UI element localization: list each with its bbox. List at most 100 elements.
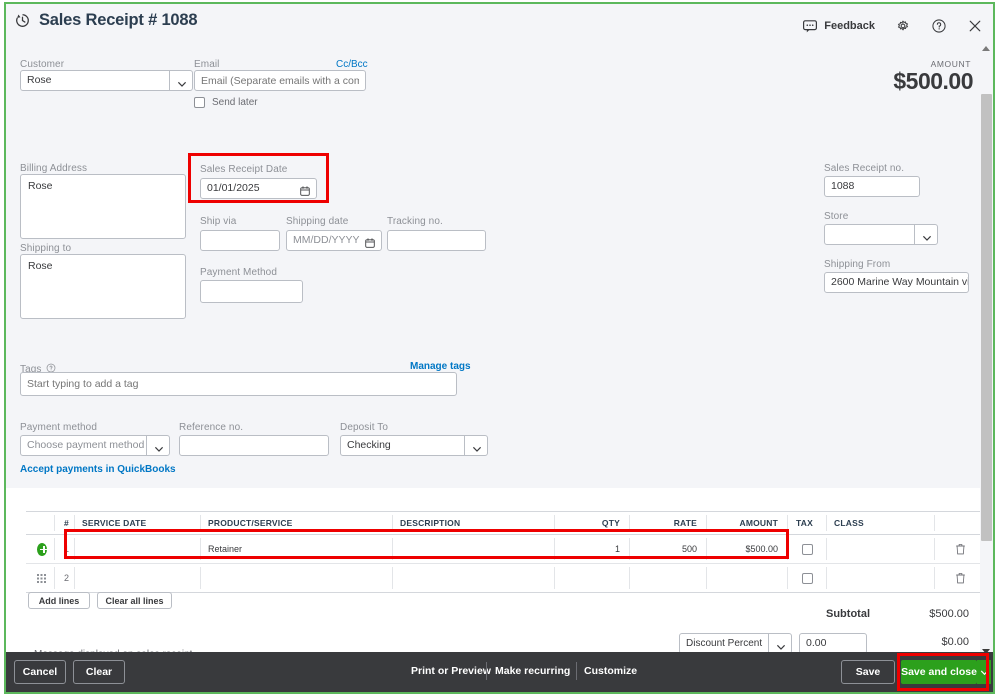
customize-button[interactable]: Customize — [584, 665, 637, 677]
form-header: Sales Receipt # 1088 Feedback — [6, 4, 993, 42]
discount-type-select[interactable]: Discount Percent — [679, 633, 792, 654]
billing-address-value: Rose — [28, 180, 53, 192]
store-select[interactable] — [824, 224, 938, 245]
cell-product-service[interactable] — [203, 564, 388, 592]
save-options-dropdown[interactable] — [977, 660, 991, 684]
tags-input[interactable] — [20, 372, 457, 396]
reference-no-input[interactable] — [179, 435, 329, 456]
payment-method-select[interactable]: Choose payment method — [20, 435, 170, 456]
cell-rate[interactable] — [632, 564, 702, 592]
add-lines-button[interactable]: Add lines — [28, 592, 90, 609]
table-row[interactable]: 2 — [26, 564, 987, 592]
scroll-up-arrow-icon[interactable] — [982, 46, 990, 51]
cell-qty[interactable] — [557, 564, 625, 592]
table-row[interactable]: 1 Retainer 1 500 $500.00 — [26, 535, 987, 564]
chevron-down-icon — [922, 230, 932, 248]
header-actions: Feedback — [802, 18, 983, 34]
cell-amount[interactable] — [709, 564, 783, 592]
print-or-preview-button[interactable]: Print or Preview — [411, 665, 491, 677]
trash-icon[interactable] — [938, 564, 982, 592]
row-number: 2 — [64, 573, 70, 583]
chevron-down-icon — [472, 441, 482, 459]
amount-value: $500.00 — [893, 68, 973, 94]
chevron-down-icon — [154, 441, 164, 459]
cell-service-date[interactable] — [77, 535, 197, 563]
col-amount: AMOUNT — [739, 518, 778, 528]
drag-handle-icon[interactable] — [32, 564, 52, 592]
question-circle-icon[interactable] — [931, 18, 947, 34]
cell-tax[interactable] — [791, 564, 824, 592]
shipping-to-label: Shipping to — [20, 243, 72, 254]
tax-checkbox[interactable] — [802, 543, 813, 555]
trash-icon[interactable] — [938, 535, 982, 563]
cell-product-service[interactable]: Retainer — [203, 535, 388, 563]
make-recurring-button[interactable]: Make recurring — [495, 665, 570, 677]
page-title-text: Sales Receipt # 1088 — [39, 11, 198, 29]
deposit-to-select[interactable]: Checking — [340, 435, 488, 456]
shipping-date-input[interactable]: MM/DD/YYYY — [286, 230, 382, 251]
cell-class[interactable] — [829, 535, 929, 563]
add-circle-icon[interactable] — [32, 535, 52, 563]
shipping-from-input[interactable]: 2600 Marine Way Mountain view — [824, 272, 969, 293]
calendar-icon[interactable] — [365, 236, 375, 255]
discount-type-value: Discount Percent — [686, 638, 763, 649]
sales-receipt-date-value: 01/01/2025 — [207, 182, 260, 194]
cell-description[interactable] — [395, 564, 550, 592]
cell-qty[interactable]: 1 — [557, 535, 625, 563]
customer-select[interactable]: Rose — [20, 70, 193, 91]
feedback-button[interactable]: Feedback — [802, 18, 875, 34]
payment-method-label: Payment method — [20, 422, 97, 433]
billing-address-label: Billing Address — [20, 163, 88, 174]
ship-via-label: Ship via — [200, 216, 237, 227]
cell-class[interactable] — [829, 564, 929, 592]
shipping-to-field[interactable]: Rose — [20, 254, 186, 319]
sales-receipt-no-value: 1088 — [831, 180, 855, 192]
col-service-date: SERVICE DATE — [82, 518, 147, 528]
page-title: Sales Receipt # 1088 — [14, 11, 198, 30]
close-icon[interactable] — [967, 18, 983, 34]
clock-history-icon — [14, 12, 31, 29]
cell-amount[interactable]: $500.00 — [709, 535, 783, 563]
line-items-table: # SERVICE DATE PRODUCT/SERVICE DESCRIPTI… — [26, 511, 987, 593]
ship-via-input[interactable] — [200, 230, 280, 251]
email-label: Email — [194, 59, 220, 70]
cell-description[interactable] — [395, 535, 550, 563]
accept-payments-link[interactable]: Accept payments in QuickBooks — [20, 464, 176, 475]
discount-total-value: $0.00 — [941, 636, 969, 648]
customer-value: Rose — [27, 74, 52, 86]
sales-receipt-form: Sales Receipt # 1088 Feedback AMOUNT $50… — [6, 4, 993, 692]
cell-tax[interactable] — [791, 535, 824, 563]
cc-bcc-link[interactable]: Cc/Bcc — [336, 59, 368, 70]
gear-icon[interactable] — [895, 18, 911, 34]
cell-rate[interactable]: 500 — [632, 535, 702, 563]
vertical-scrollbar[interactable] — [980, 45, 993, 658]
shipping-to-value: Rose — [28, 260, 53, 272]
save-button[interactable]: Save — [841, 660, 895, 684]
chevron-down-icon — [177, 76, 187, 94]
cancel-button[interactable]: Cancel — [14, 660, 66, 684]
manage-tags-link[interactable]: Manage tags — [410, 361, 471, 372]
sales-receipt-date-label: Sales Receipt Date — [200, 164, 288, 175]
feedback-label: Feedback — [824, 20, 875, 32]
payment-method-top-input[interactable] — [200, 280, 303, 303]
store-label: Store — [824, 211, 849, 222]
scrollbar-thumb[interactable] — [981, 94, 992, 541]
table-header-row: # SERVICE DATE PRODUCT/SERVICE DESCRIPTI… — [26, 512, 987, 535]
send-later-row[interactable]: Send later — [194, 97, 258, 108]
deposit-to-value: Checking — [347, 439, 391, 451]
email-input[interactable] — [194, 70, 366, 91]
cell-service-date[interactable] — [77, 564, 197, 592]
tracking-no-input[interactable] — [387, 230, 486, 251]
discount-amount-input[interactable]: 0.00 — [799, 633, 867, 654]
tax-checkbox[interactable] — [802, 572, 813, 584]
clear-all-lines-button[interactable]: Clear all lines — [97, 592, 172, 609]
shipping-date-label: Shipping date — [286, 216, 349, 227]
calendar-icon[interactable] — [300, 184, 310, 203]
save-and-close-button[interactable]: Save and close — [901, 660, 977, 684]
col-number: # — [64, 518, 69, 528]
sales-receipt-date-input[interactable]: 01/01/2025 — [200, 178, 317, 199]
clear-button[interactable]: Clear — [73, 660, 125, 684]
billing-address-field[interactable]: Rose — [20, 174, 186, 239]
sales-receipt-no-input[interactable]: 1088 — [824, 176, 920, 197]
send-later-checkbox[interactable] — [194, 97, 205, 108]
